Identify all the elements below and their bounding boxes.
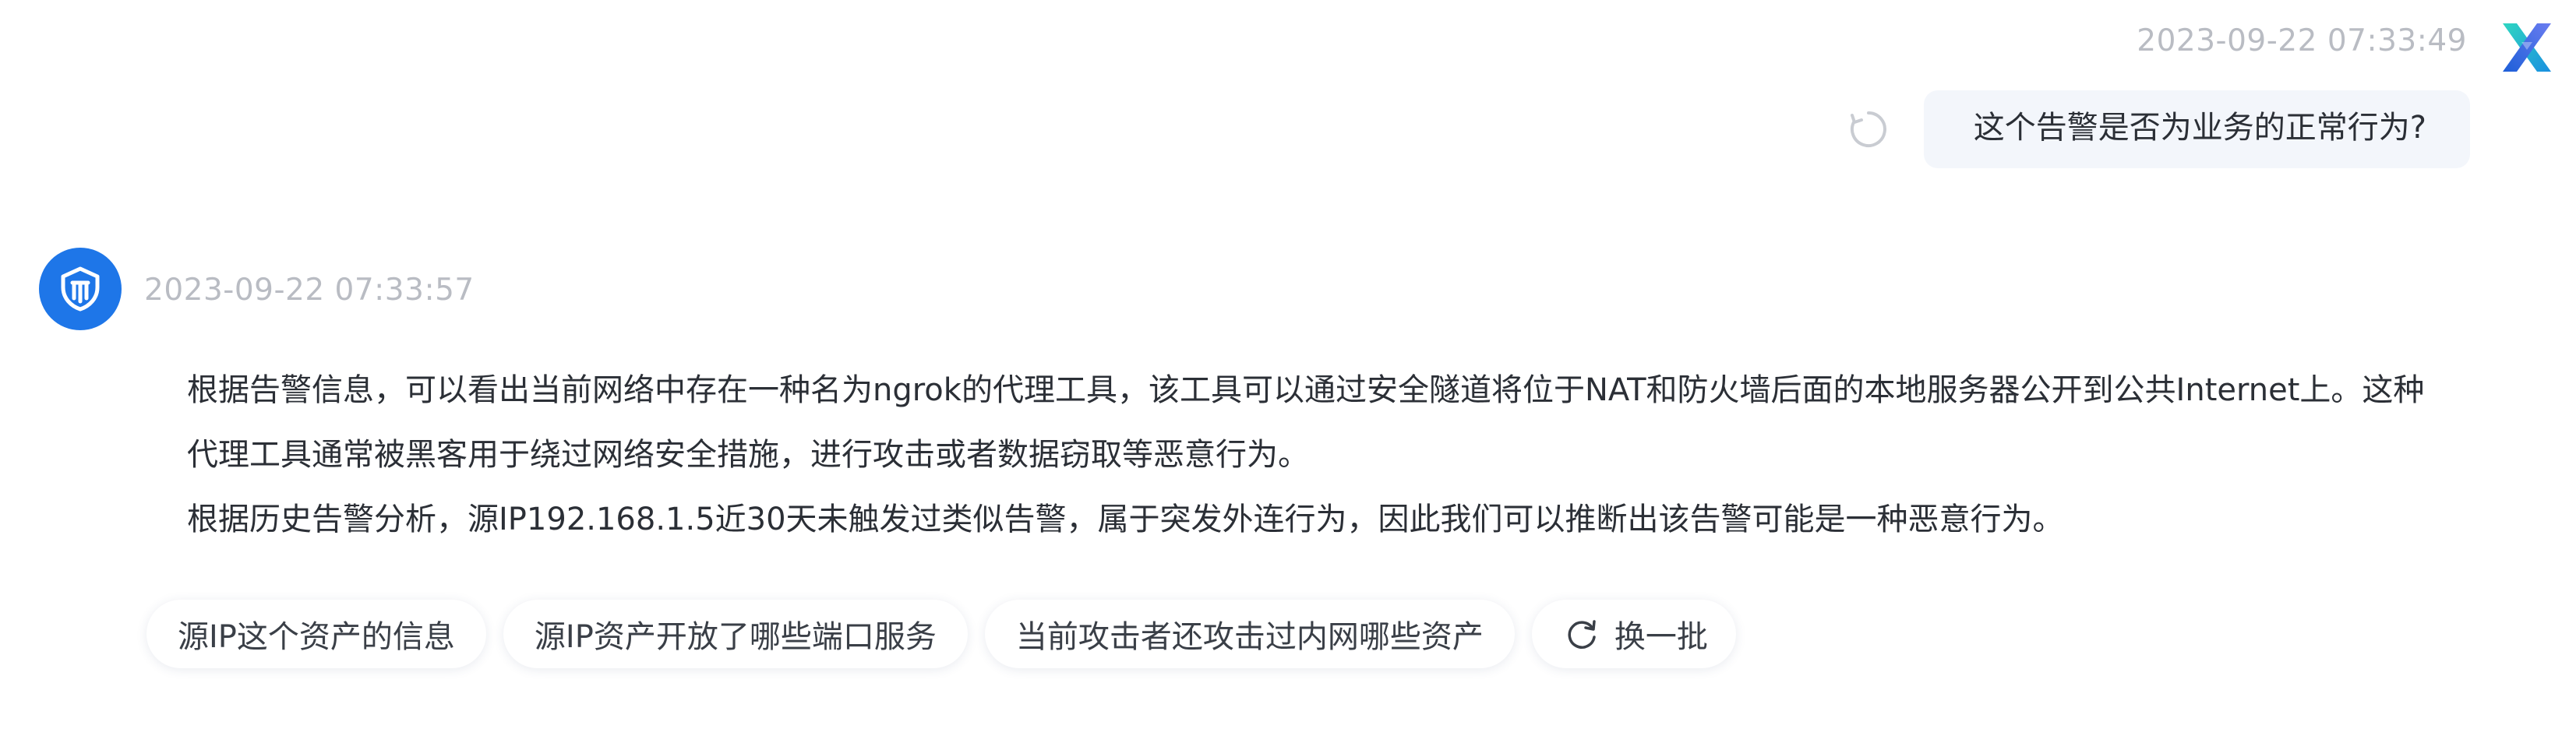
chat-page: 2023-09-22 07:33:49 这个告警是否为业务的正常行为? 2023…	[0, 0, 2576, 743]
user-message-bubble: 这个告警是否为业务的正常行为?	[1923, 90, 2470, 168]
suggestion-chip[interactable]: 当前攻击者还攻击过内网哪些资产	[984, 600, 1515, 668]
user-message-row: 这个告警是否为业务的正常行为?	[1847, 90, 2470, 168]
loading-spinner-icon[interactable]	[1847, 108, 1890, 150]
user-message-timestamp: 2023-09-22 07:33:49	[2137, 23, 2467, 58]
refresh-label: 换一批	[1614, 619, 1708, 655]
refresh-suggestions-button[interactable]: 换一批	[1531, 600, 1736, 668]
refresh-icon	[1563, 615, 1600, 653]
suggestion-chip[interactable]: 源IP这个资产的信息	[146, 600, 486, 668]
brand-x-logo-icon	[2498, 19, 2556, 76]
suggestion-chip[interactable]: 源IP资产开放了哪些端口服务	[503, 600, 968, 668]
bot-message-paragraph: 根据告警信息，可以看出当前网络中存在一种名为ngrok的代理工具，该工具可以通过…	[187, 372, 2425, 473]
bot-message-paragraph: 根据历史告警分析，源IP192.168.1.5近30天未触发过类似告警，属于突发…	[187, 502, 2064, 537]
bot-message-content: 根据告警信息，可以看出当前网络中存在一种名为ngrok的代理工具，该工具可以通过…	[187, 358, 2431, 552]
suggestion-chips: 源IP这个资产的信息 源IP资产开放了哪些端口服务 当前攻击者还攻击过内网哪些资…	[146, 600, 1753, 668]
bot-message-timestamp: 2023-09-22 07:33:57	[144, 273, 475, 308]
shield-bot-logo-icon	[39, 248, 122, 330]
